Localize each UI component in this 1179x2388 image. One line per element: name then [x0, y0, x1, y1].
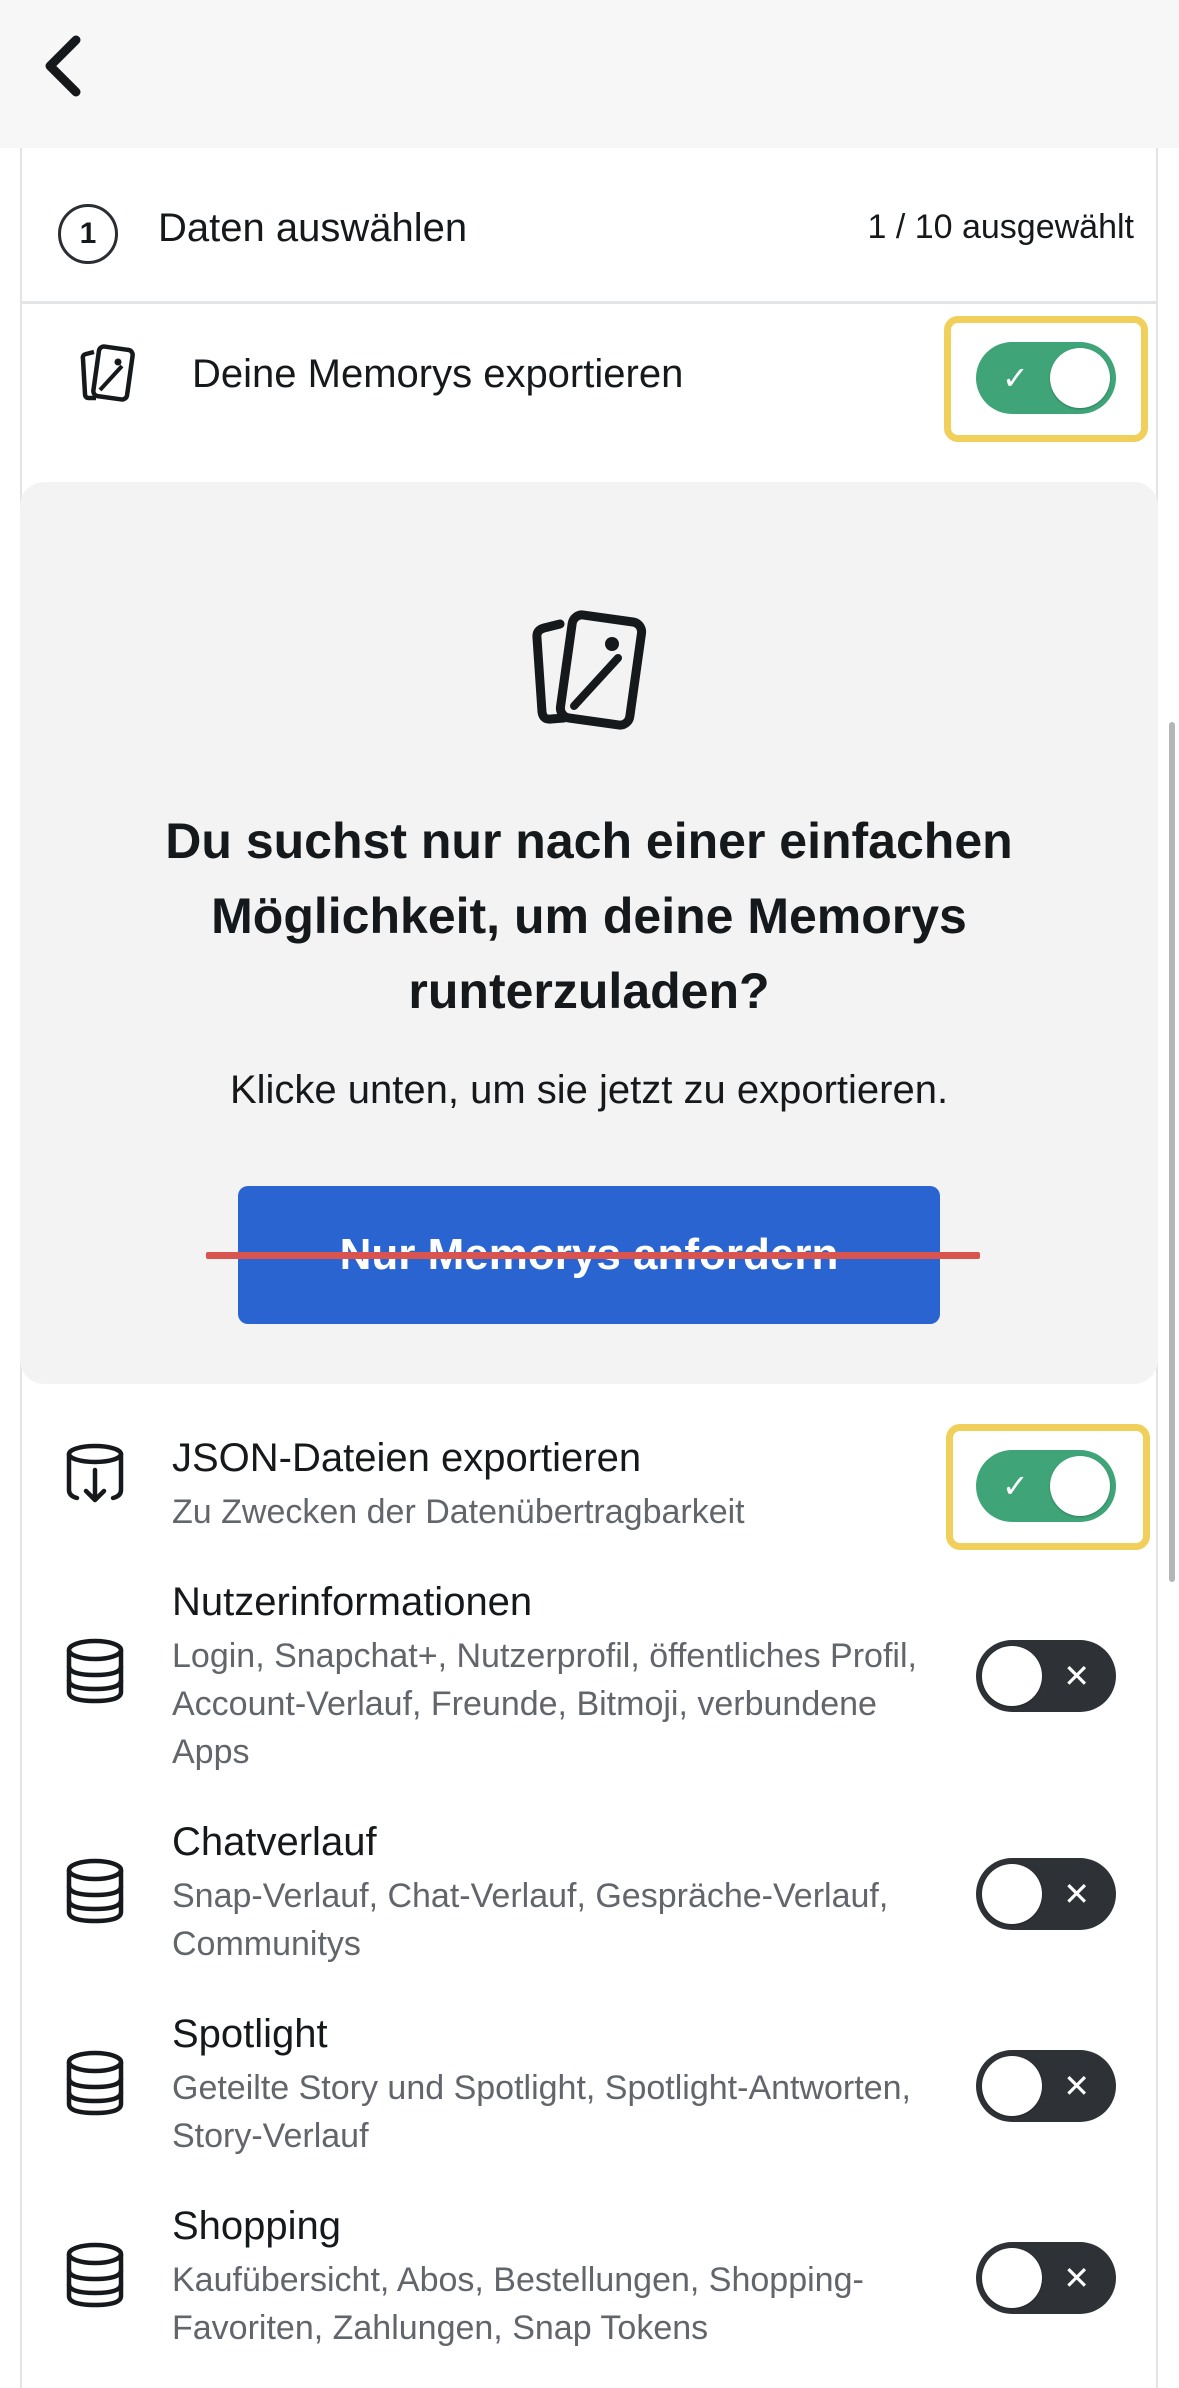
data-item-title: Spotlight: [172, 2012, 328, 2056]
scrollbar[interactable]: [1169, 722, 1175, 1582]
memories-icon: [532, 610, 647, 730]
chat-history-toggle[interactable]: ✕: [976, 1858, 1116, 1930]
database-icon: [66, 2050, 124, 2116]
download-icon: [66, 1443, 124, 1503]
toggle-knob: [982, 2248, 1042, 2308]
toggle-knob: [1050, 1456, 1110, 1516]
step-header: 1 Daten auswählen 1 / 10 ausgewählt: [20, 148, 1158, 304]
memories-toggle[interactable]: ✓: [976, 342, 1116, 414]
user-info-toggle[interactable]: ✕: [976, 1640, 1116, 1712]
back-button[interactable]: [36, 30, 96, 100]
checkmark-icon: ✓: [1002, 360, 1029, 396]
memories-icon: [80, 344, 135, 402]
close-icon: ✕: [1063, 2260, 1090, 2296]
promo-subtitle: Klicke unten, um sie jetzt zu exportiere…: [229, 1068, 949, 1112]
database-icon: [66, 1638, 124, 1704]
toggle-knob: [982, 1646, 1042, 1706]
close-icon: ✕: [1063, 1876, 1090, 1912]
json-toggle[interactable]: ✓: [976, 1450, 1116, 1522]
step-number-badge: 1: [58, 204, 118, 264]
spotlight-toggle[interactable]: ✕: [976, 2050, 1116, 2122]
memories-promo-panel: Du suchst nur nach einer einfachen Mögli…: [20, 482, 1158, 1384]
checkmark-icon: ✓: [1002, 1468, 1029, 1504]
top-bar: [0, 0, 1179, 148]
chevron-left-icon: [45, 35, 81, 97]
toggle-knob: [982, 2056, 1042, 2116]
strikethrough-mark: [206, 1252, 980, 1259]
step-title: Daten auswählen: [158, 206, 468, 250]
selection-count: 1 / 10 ausgewählt: [867, 208, 1134, 246]
database-icon: [66, 1858, 124, 1924]
data-item-description: Geteilte Story und Spotlight, Spotlight-…: [172, 2069, 911, 2155]
memories-export-label: Deine Memorys exportieren: [192, 352, 684, 396]
data-item-title: Chatverlauf: [172, 1820, 377, 1864]
close-icon: ✕: [1063, 2068, 1090, 2104]
data-item-title: Shopping: [172, 2204, 342, 2248]
database-icon: [66, 2242, 124, 2308]
data-item-description: Login, Snapchat+, Nutzerprofil, öffentli…: [172, 1637, 917, 1771]
toggle-knob: [1050, 348, 1110, 408]
shopping-toggle[interactable]: ✕: [976, 2242, 1116, 2314]
close-icon: ✕: [1063, 1658, 1090, 1694]
data-item-description: Zu Zwecken der Datenübertragbarkeit: [172, 1493, 745, 1531]
data-item-description: Snap-Verlauf, Chat-Verlauf, Gespräche-Ve…: [172, 1877, 889, 1963]
data-item-description: Kaufübersicht, Abos, Bestellungen, Shopp…: [172, 2261, 864, 2347]
toggle-knob: [982, 1864, 1042, 1924]
data-item-title: JSON-Dateien exportieren: [172, 1436, 642, 1480]
promo-headline: Du suchst nur nach einer einfachen Mögli…: [165, 813, 1013, 1019]
data-item-title: Nutzerinformationen: [172, 1580, 533, 1624]
